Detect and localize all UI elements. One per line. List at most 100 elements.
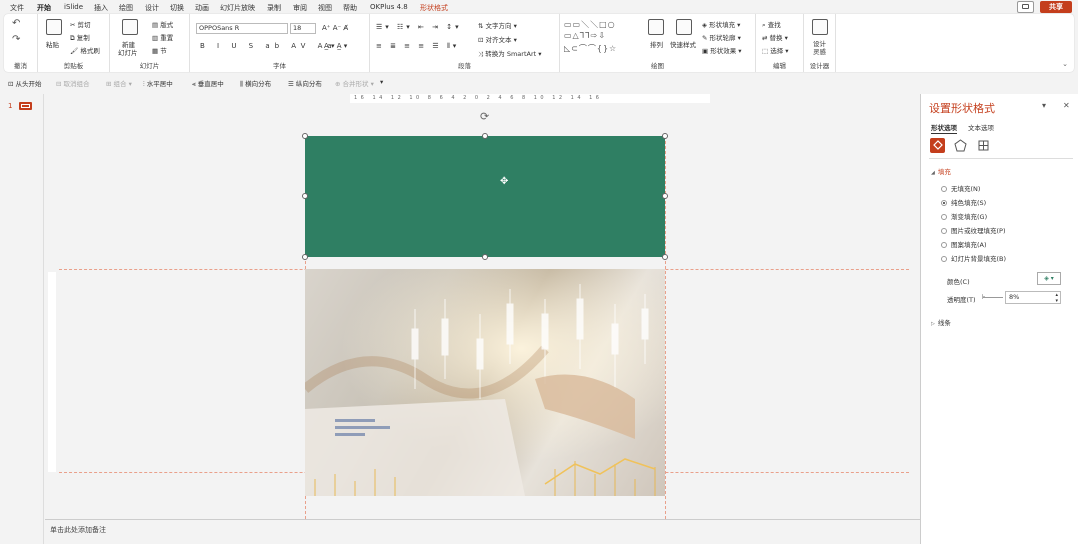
radio-no-fill[interactable]: 无填充(N) [941, 183, 980, 193]
resize-handle[interactable] [302, 193, 308, 199]
tab-help[interactable]: 帮助 [343, 3, 357, 13]
tab-okplus[interactable]: OKPlus 4.8 [370, 3, 408, 11]
rotate-handle-icon[interactable]: ⟳ [480, 110, 489, 123]
resize-handle[interactable] [482, 133, 488, 139]
qbar-from-beginning[interactable]: ⊡ 从头开始 [8, 78, 42, 88]
find-button[interactable]: ⌕ 查找 [762, 19, 781, 30]
radio-label: 图案填充(A) [951, 241, 987, 249]
resize-handle[interactable] [662, 133, 668, 139]
qbar-center-vertical[interactable]: ⫷ 垂直居中 [192, 78, 224, 89]
font-style-icons[interactable]: B I U S ab AV Aa [200, 42, 337, 50]
tab-islide[interactable]: iSlide [64, 3, 83, 11]
tab-transitions[interactable]: 切换 [170, 3, 184, 13]
slide-thumbnail[interactable] [19, 102, 32, 110]
selected-rectangle-shape[interactable] [305, 136, 665, 257]
copy-button[interactable]: ⧉ 复制 [70, 32, 90, 43]
tab-design[interactable]: 设计 [145, 3, 159, 13]
tab-text-options[interactable]: 文本选项 [968, 122, 994, 132]
radio-pattern-fill[interactable]: 图案填充(A) [941, 239, 987, 249]
qbar-customize-icon[interactable]: ▾ [380, 78, 383, 86]
spinner-icon[interactable]: ▴ ▾ [1055, 292, 1058, 304]
transparency-input[interactable]: 8% ▴ ▾ [1005, 291, 1061, 304]
paste-button[interactable]: 粘贴 [46, 39, 59, 49]
redo-icon[interactable]: ↷ [12, 34, 20, 45]
font-name-select[interactable]: OPPOSans R [196, 23, 288, 34]
tab-shape-options[interactable]: 形状选项 [931, 122, 957, 134]
tab-shape-format[interactable]: 形状格式 [420, 3, 448, 13]
tab-animations[interactable]: 动画 [195, 3, 209, 13]
list-icons[interactable]: ☰▾ ☷▾ ⇤ ⇥ ↕▾ [376, 23, 462, 31]
paint-bucket-icon: ◈ ▾ [1044, 275, 1054, 282]
tab-slideshow[interactable]: 幻灯片放映 [220, 3, 255, 13]
fill-section-header[interactable]: ◢ 填充 [931, 166, 951, 176]
design-ideas-label-2[interactable]: 灵感 [813, 46, 826, 56]
shape-effects-button[interactable]: ▣ 形状效果 ▾ [702, 45, 742, 55]
cut-button[interactable]: ✂ 剪切 [70, 19, 91, 29]
radio-background-fill[interactable]: 幻灯片背景填充(B) [941, 253, 1006, 263]
radio-gradient-fill[interactable]: 渐变填充(G) [941, 211, 987, 221]
new-slide-icon[interactable] [122, 19, 138, 35]
close-icon[interactable]: ✕ [1063, 101, 1070, 110]
select-button[interactable]: ⬚ 选择 ▾ [762, 45, 789, 55]
paste-icon[interactable] [46, 19, 62, 35]
qbar-ungroup: ⊟ 取消组合 [56, 80, 90, 88]
qbar-distribute-horizontal[interactable]: ⫼ 横向分布 [240, 78, 271, 89]
share-button[interactable]: 共享 [1040, 1, 1072, 13]
shapes-gallery-row2[interactable]: ▭△⅂⅂⇨⇩ [564, 31, 606, 40]
tab-view[interactable]: 视图 [318, 3, 332, 13]
qbar-center-horizontal[interactable]: ⫶ 水平居中 [143, 78, 173, 89]
align-text-button[interactable]: ⊡ 对齐文本 ▾ [478, 34, 517, 44]
tab-draw[interactable]: 绘图 [119, 3, 133, 13]
shapes-gallery[interactable]: ▭▭＼＼□○ [564, 19, 616, 30]
smartart-button[interactable]: ⤨ 转换为 SmartArt ▾ [478, 48, 542, 59]
group-editing: ⌕ 查找 ⇄ 替换 ▾ ⬚ 选择 ▾ 编辑 [756, 14, 804, 72]
new-slide-label-2[interactable]: 幻灯片 [118, 47, 138, 57]
resize-handle[interactable] [482, 254, 488, 260]
radio-picture-fill[interactable]: 图片或纹理填充(P) [941, 225, 1006, 235]
replace-button[interactable]: ⇄ 替换 ▾ [762, 32, 788, 42]
arrange-icon[interactable] [648, 19, 664, 35]
qbar-distribute-vertical[interactable]: ☰ 纵向分布 [288, 78, 322, 88]
undo-icon[interactable]: ↶ [12, 18, 20, 29]
resize-handle[interactable] [662, 254, 668, 260]
line-section-header[interactable]: ▷ 线条 [931, 317, 951, 327]
slide-canvas[interactable]: 16 14 12 10 8 6 4 2 0 2 4 6 8 10 12 14 1… [45, 94, 920, 519]
tab-insert[interactable]: 插入 [94, 3, 108, 13]
size-properties-icon[interactable] [976, 138, 991, 153]
radio-label: 纯色填充(S) [951, 199, 987, 207]
format-painter-button[interactable]: 🖌 格式刷 [70, 45, 100, 55]
grow-font-icon[interactable]: A⁺ A⁻ A̸ [322, 24, 348, 32]
tab-file[interactable]: 文件 [10, 3, 24, 13]
quick-styles-button[interactable]: 快速样式 [670, 39, 696, 49]
shapes-gallery-row3[interactable]: ◺⊂⌒⌒{}☆ [564, 43, 617, 54]
notes-pane[interactable]: 单击此处添加备注 [45, 519, 920, 544]
collapse-ribbon-icon[interactable]: ⌄ [1062, 60, 1068, 68]
tab-record[interactable]: 录制 [267, 3, 281, 13]
font-size-select[interactable]: 18 [290, 23, 316, 34]
tab-review[interactable]: 审阅 [293, 3, 307, 13]
fill-color-picker[interactable]: ◈ ▾ [1037, 272, 1061, 285]
quick-styles-icon[interactable] [676, 19, 692, 35]
transparency-slider[interactable] [983, 297, 1003, 298]
comments-button[interactable] [1017, 1, 1034, 13]
pane-options-icon[interactable]: ▾ [1042, 101, 1046, 110]
shape-outline-button[interactable]: ✎ 形状轮廓 ▾ [702, 32, 741, 42]
resize-handle[interactable] [662, 193, 668, 199]
align-icons[interactable]: ≡ ≣ ≡ ≡ ☰ ⫴▾ [376, 42, 459, 51]
radio-solid-fill[interactable]: 纯色填充(S) [941, 197, 986, 207]
layout-button[interactable]: ▤ 版式 [152, 19, 173, 29]
tab-home[interactable]: 开始 [37, 3, 51, 16]
radio-label: 幻灯片背景填充(B) [951, 255, 1007, 263]
arrange-button[interactable]: 排列 [650, 39, 663, 49]
effects-icon[interactable] [953, 138, 968, 153]
resize-handle[interactable] [302, 254, 308, 260]
text-direction-button[interactable]: ⇅ 文字方向 ▾ [478, 20, 517, 30]
finance-photo[interactable] [305, 269, 665, 496]
reset-button[interactable]: ▥ 重置 [152, 32, 173, 42]
fill-line-icon[interactable] [930, 138, 945, 153]
shape-fill-button[interactable]: ◈ 形状填充 ▾ [702, 19, 740, 29]
font-color-icon[interactable]: A̲ ▾ A̲ ▾ [324, 42, 347, 50]
resize-handle[interactable] [302, 133, 308, 139]
design-ideas-icon[interactable] [812, 19, 828, 35]
section-button[interactable]: ▦ 节 [152, 45, 167, 55]
